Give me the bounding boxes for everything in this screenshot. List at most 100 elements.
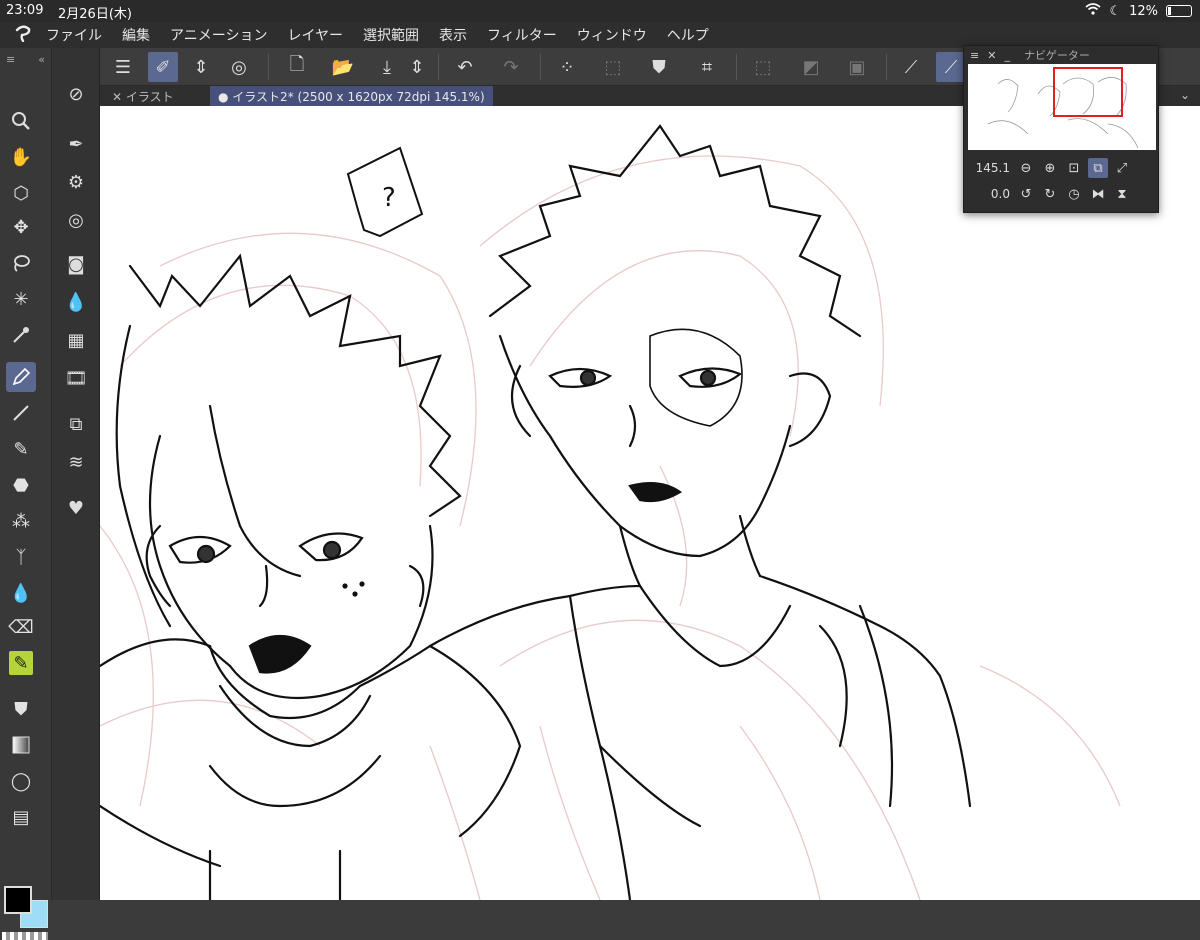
palette-menu-icon[interactable]: ≡ bbox=[970, 49, 979, 62]
navigator-rotate-row: 0.0 ↺ ↻ ◷ ⧓ ⧗ bbox=[964, 182, 1160, 206]
lasso-tool-icon[interactable] bbox=[6, 248, 36, 278]
subtool-pen-icon[interactable]: ✒ bbox=[62, 130, 90, 158]
minimize-icon[interactable]: _ bbox=[1004, 49, 1010, 62]
date: 2月26日(木) bbox=[58, 7, 132, 22]
decoration-tool-icon[interactable]: ⁂ bbox=[6, 506, 36, 536]
invert-selection-icon[interactable]: ◩ bbox=[796, 52, 826, 82]
open-folder-icon[interactable]: 📂 bbox=[328, 52, 358, 82]
tabs-dropdown-icon[interactable]: ⌄ bbox=[1180, 88, 1190, 102]
tab-illust2-label: イラスト2* (2500 x 1620px 72dpi 145.1%) bbox=[232, 90, 485, 104]
brush-tool-icon[interactable]: ✎ bbox=[6, 434, 36, 464]
pen-tool-icon[interactable] bbox=[6, 362, 36, 392]
tab-illust-label: イラスト bbox=[125, 90, 174, 104]
flip-vertical-icon[interactable]: ⧗ bbox=[1112, 184, 1132, 204]
sync-icon[interactable]: ◎ bbox=[224, 52, 254, 82]
eyedropper-icon[interactable] bbox=[6, 320, 36, 350]
navigator-title: ナビゲーター bbox=[1023, 49, 1090, 62]
battery-percent: 12% bbox=[1129, 3, 1158, 19]
zoom-tool-icon[interactable] bbox=[6, 106, 36, 136]
figure-tool-icon[interactable]: ◯ bbox=[6, 766, 36, 796]
menu-window[interactable]: ウィンドウ bbox=[577, 25, 647, 45]
subtool-settings-icon[interactable]: ⚙ bbox=[62, 168, 90, 196]
zoom-reset-icon[interactable]: ⊡ bbox=[1064, 158, 1084, 178]
hand-tool-icon[interactable]: ✋ bbox=[6, 142, 36, 172]
color-set-icon[interactable]: ▦ bbox=[62, 326, 90, 354]
zoom-in-icon[interactable]: ⊕ bbox=[1040, 158, 1060, 178]
transparent-color[interactable] bbox=[2, 932, 48, 940]
navigator-header: ≡ ✕ _ ナビゲーター bbox=[964, 46, 1158, 64]
tab-illust[interactable]: ✕ イラスト bbox=[104, 86, 182, 106]
menu-file[interactable]: ファイル bbox=[46, 25, 102, 45]
menu-icon[interactable]: ≡ bbox=[6, 53, 15, 66]
layer-property-icon[interactable]: ⧉ bbox=[62, 410, 90, 438]
character-right bbox=[428, 124, 972, 900]
frame-tool-icon[interactable]: ▤ bbox=[6, 802, 36, 832]
snap-special-icon[interactable]: ⟋ bbox=[936, 52, 966, 82]
status-bar: 23:09 2月26日(木) ☾ 12% bbox=[0, 0, 1200, 22]
loading-icon[interactable]: ⁘ bbox=[552, 52, 582, 82]
rotate-reset-icon[interactable]: ◷ bbox=[1064, 184, 1084, 204]
speech-bubble-text: ? bbox=[382, 183, 396, 213]
rotate-right-icon[interactable]: ↻ bbox=[1040, 184, 1060, 204]
main-color[interactable] bbox=[4, 886, 32, 914]
fit-navigator-icon[interactable]: ⤢ bbox=[1112, 158, 1132, 178]
mode-chevron-icon[interactable]: ⇕ bbox=[192, 52, 210, 82]
redo-icon[interactable]: ↷ bbox=[496, 52, 526, 82]
tool-palette: ≡ « ✋ ⬡ ✥ ✳ ✎ ⬣ ⁂ ᛉ 💧 ⌫ ✎ ⛊ ◯ ▤ bbox=[0, 48, 52, 940]
fill-tool-icon[interactable]: ⛊ bbox=[6, 694, 36, 724]
navigator-palette: ≡ ✕ _ ナビゲーター 145.1 ⊖ ⊕ ⊡ ⧉ ⤢ 0.0 ↺ ↻ ◷ ⧓… bbox=[963, 45, 1159, 213]
battery-icon bbox=[1166, 5, 1192, 17]
edit-mode-icon[interactable]: ✐ bbox=[148, 52, 178, 82]
navigator-thumbnail[interactable] bbox=[968, 64, 1156, 150]
flip-horizontal-icon[interactable]: ⧓ bbox=[1088, 184, 1108, 204]
character-left bbox=[100, 253, 522, 900]
timeline-icon[interactable]: 🎞 bbox=[62, 364, 90, 392]
grass-tool-icon[interactable]: ᛉ bbox=[6, 542, 36, 572]
menu-layer[interactable]: レイヤー bbox=[287, 25, 343, 45]
command-menu-icon[interactable]: ☰ bbox=[108, 52, 138, 82]
airbrush-tool-icon[interactable]: ⬣ bbox=[6, 470, 36, 500]
selection-border-icon[interactable]: ▣ bbox=[842, 52, 872, 82]
ruler-snap-icon[interactable]: ⟋ bbox=[896, 52, 926, 82]
menu-animation[interactable]: アニメーション bbox=[170, 25, 267, 45]
color-mix-icon[interactable]: 💧 bbox=[62, 288, 90, 316]
material-icon[interactable]: ♥ bbox=[62, 494, 90, 522]
status-right: ☾ 12% bbox=[1085, 3, 1192, 19]
save-chevron-icon[interactable]: ⇕ bbox=[408, 52, 426, 82]
menu-help[interactable]: ヘルプ bbox=[667, 25, 709, 45]
zoom-out-icon[interactable]: ⊖ bbox=[1016, 158, 1036, 178]
navigator-view-frame[interactable] bbox=[1053, 67, 1123, 117]
fill-icon[interactable]: ⛊ bbox=[644, 52, 674, 82]
color-circle-icon[interactable]: ◙ bbox=[62, 250, 90, 278]
clear-icon[interactable]: ⬚ bbox=[598, 52, 628, 82]
layer-select-icon[interactable]: ⊘ bbox=[62, 80, 90, 108]
magic-wand-icon[interactable]: ✳ bbox=[6, 284, 36, 314]
undo-icon[interactable]: ↶ bbox=[450, 52, 480, 82]
deselect-icon[interactable]: ⬚ bbox=[748, 52, 778, 82]
fit-window-icon[interactable]: ⧉ bbox=[1088, 158, 1108, 178]
blend-tool-icon[interactable]: 💧 bbox=[6, 578, 36, 608]
transform-icon[interactable]: ⌗ bbox=[692, 52, 722, 82]
line-tool-icon[interactable] bbox=[6, 398, 36, 428]
rotate-left-icon[interactable]: ↺ bbox=[1016, 184, 1036, 204]
correct-line-tool-icon[interactable]: ✎ bbox=[9, 651, 33, 675]
tool-palette-header: ≡ « bbox=[0, 48, 51, 70]
menu-filter[interactable]: フィルター bbox=[487, 25, 557, 45]
subtool-detail-icon[interactable]: ◎ bbox=[62, 206, 90, 234]
menu-selection[interactable]: 選択範囲 bbox=[363, 25, 419, 45]
move-tool-icon[interactable]: ✥ bbox=[6, 212, 36, 242]
save-icon[interactable]: ⤓ bbox=[372, 52, 402, 82]
tab-illust2[interactable]: ● イラスト2* (2500 x 1620px 72dpi 145.1%) bbox=[210, 86, 493, 106]
object-tool-icon[interactable]: ⬡ bbox=[6, 178, 36, 208]
new-file-icon[interactable]: 🗋 bbox=[282, 52, 312, 82]
eraser-tool-icon[interactable]: ⌫ bbox=[6, 612, 36, 642]
menu-view[interactable]: 表示 bbox=[439, 25, 467, 45]
app-logo-icon[interactable] bbox=[0, 24, 46, 47]
color-swatch[interactable] bbox=[2, 884, 50, 940]
close-icon[interactable]: ✕ bbox=[987, 49, 996, 62]
layer-icon[interactable]: ≋ bbox=[62, 448, 90, 476]
collapse-icon[interactable]: « bbox=[38, 53, 45, 66]
menu-edit[interactable]: 編集 bbox=[122, 25, 150, 45]
gradient-tool-icon[interactable] bbox=[6, 730, 36, 760]
drawing-canvas[interactable]: ? bbox=[100, 106, 1200, 900]
